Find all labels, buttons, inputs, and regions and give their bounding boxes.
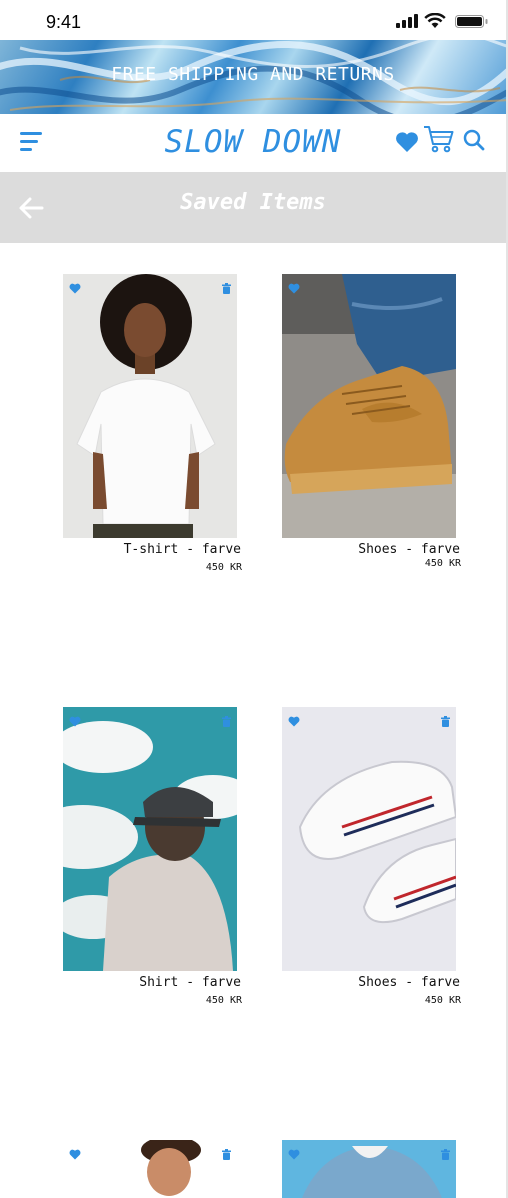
product-price: 450 KR — [205, 995, 242, 1006]
heart-icon[interactable] — [288, 716, 300, 727]
denim-jacket-image — [282, 1140, 456, 1198]
heart-icon[interactable] — [288, 1149, 300, 1160]
tshirt-model-image — [63, 274, 237, 538]
trash-icon[interactable] — [222, 283, 231, 294]
product-photo[interactable] — [63, 707, 237, 971]
status-bar: 9:41 — [0, 0, 506, 40]
cellular-signal-icon — [396, 14, 418, 28]
menu-icon[interactable] — [20, 130, 46, 152]
status-time: 9:41 — [46, 12, 82, 32]
heart-icon[interactable] — [395, 131, 419, 153]
banner-text: FREE SHIPPING AND RETURNS — [111, 64, 395, 85]
product-price: 450 KR — [424, 995, 461, 1006]
shirt-model-image — [63, 707, 237, 971]
page-title-bar: Saved Items — [0, 172, 506, 243]
trash-icon[interactable] — [222, 1149, 231, 1160]
product-photo[interactable] — [282, 274, 456, 538]
page-title: Saved Items — [180, 190, 326, 215]
white-sneakers-image — [282, 707, 456, 971]
trash-icon[interactable] — [441, 716, 450, 727]
product-price: 450 KR — [424, 558, 461, 569]
trash-icon[interactable] — [222, 716, 231, 727]
search-icon[interactable] — [462, 128, 486, 152]
product-name[interactable]: Shoes - farve — [358, 542, 460, 557]
heart-icon[interactable] — [288, 283, 300, 294]
product-photo[interactable] — [63, 274, 237, 538]
product-photo[interactable] — [282, 707, 456, 971]
product-photo[interactable] — [63, 1140, 237, 1198]
app-header: SLOW DOWN — [0, 114, 506, 172]
heart-icon[interactable] — [69, 1149, 81, 1160]
wifi-icon — [424, 13, 446, 28]
trash-icon[interactable] — [441, 1149, 450, 1160]
heart-icon[interactable] — [69, 283, 81, 294]
product-name[interactable]: T-shirt - farve — [124, 542, 241, 557]
battery-icon — [455, 15, 488, 28]
heart-icon[interactable] — [69, 716, 81, 727]
brown-sneaker-image — [282, 274, 456, 538]
product-name[interactable]: Shirt - farve — [139, 975, 241, 990]
product-photo[interactable] — [282, 1140, 456, 1198]
product-name[interactable]: Shoes - farve — [358, 975, 460, 990]
cart-icon[interactable] — [423, 124, 455, 154]
product-price: 450 KR — [205, 562, 242, 573]
promo-banner[interactable]: FREE SHIPPING AND RETURNS — [0, 40, 506, 114]
boy-portrait-image — [63, 1140, 237, 1198]
